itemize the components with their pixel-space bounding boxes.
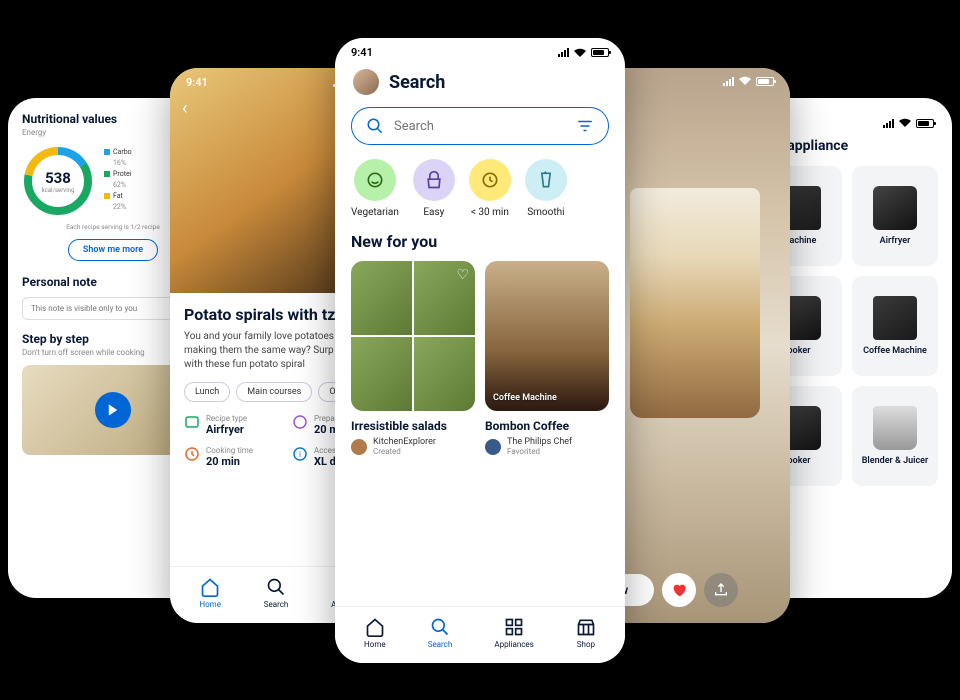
tag-pill[interactable]: Main courses	[236, 382, 312, 402]
play-icon	[95, 392, 131, 428]
card-coffee[interactable]: Coffee Machine Bombon Coffee The Philips…	[485, 261, 609, 456]
page-title: Search	[389, 72, 445, 93]
author-avatar	[485, 439, 501, 455]
filter-icon[interactable]	[576, 117, 594, 135]
tag-pill[interactable]: Lunch	[184, 382, 230, 402]
chip-smoothie[interactable]: Smoothi	[525, 159, 567, 218]
energy-ring: 538kcal/serving	[22, 145, 94, 217]
status-time: 9:41	[186, 76, 208, 89]
favorite-button[interactable]	[662, 573, 696, 607]
heart-icon[interactable]: ♡	[456, 267, 469, 283]
avatar[interactable]	[353, 69, 379, 95]
tab-home[interactable]: Home	[199, 577, 221, 609]
svg-text:i: i	[299, 450, 301, 459]
tab-search[interactable]: Search	[428, 617, 453, 649]
tab-home[interactable]: Home	[364, 617, 386, 649]
kcal-value: 538	[45, 169, 71, 187]
search-icon	[366, 117, 384, 135]
nutrition-legend: Carbo16% Protei62% Fat22%	[104, 148, 132, 214]
appliance-tile[interactable]: Blender & Juicer	[852, 386, 938, 486]
card-salads[interactable]: ♡ Irresistible salads KitchenExplorerCre…	[351, 261, 475, 456]
screen-search: 9:41 Search Vegetarian Easy < 30 min Smo…	[335, 38, 625, 663]
appliance-tile[interactable]: Airfryer	[852, 166, 938, 266]
status-icons	[883, 118, 934, 128]
chip-easy[interactable]: Easy	[413, 159, 455, 218]
status-icons	[558, 48, 609, 58]
show-more-button[interactable]: Show me more	[68, 239, 158, 261]
section-title: New for you	[335, 224, 625, 261]
chip-30min[interactable]: < 30 min	[469, 159, 511, 218]
search-bar[interactable]	[351, 107, 609, 145]
status-time: 9:41	[351, 46, 373, 59]
author-avatar	[351, 439, 367, 455]
back-icon[interactable]: ‹	[182, 98, 187, 119]
share-button[interactable]	[704, 573, 738, 607]
appliance-tile[interactable]: Coffee Machine	[852, 276, 938, 376]
search-input[interactable]	[394, 119, 566, 134]
tab-search[interactable]: Search	[264, 577, 289, 609]
chip-vegetarian[interactable]: Vegetarian	[351, 159, 399, 218]
tab-appliances[interactable]: Appliances	[494, 617, 533, 649]
coffee-glass	[630, 188, 760, 418]
tab-shop[interactable]: Shop	[576, 617, 596, 649]
